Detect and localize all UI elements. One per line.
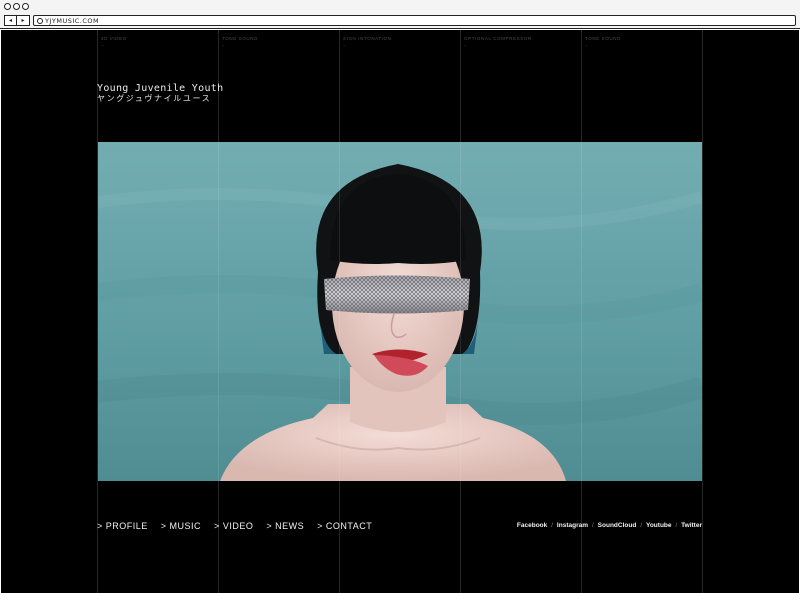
column-header-sub: – bbox=[585, 43, 588, 48]
separator: / bbox=[640, 522, 642, 529]
grid-line bbox=[702, 30, 703, 593]
social-facebook[interactable]: Facebook bbox=[517, 522, 547, 529]
social-instagram[interactable]: Instagram bbox=[557, 522, 588, 529]
address-bar[interactable]: YJYMUSIC.COM bbox=[33, 15, 796, 26]
social-twitter[interactable]: Twitter bbox=[681, 522, 702, 529]
column-header: 3D VIDEO -- bbox=[101, 36, 211, 48]
column-header: SIGN INTONATION – bbox=[343, 36, 453, 48]
nav-arrow: > bbox=[317, 521, 323, 531]
column-header-label: TONE SOUND bbox=[222, 36, 258, 41]
nav-profile[interactable]: > PROFILE bbox=[97, 521, 148, 531]
maximize-window-icon[interactable] bbox=[22, 3, 29, 10]
social-soundcloud[interactable]: SoundCloud bbox=[598, 522, 637, 529]
portrait-image bbox=[98, 142, 702, 481]
grid-line bbox=[339, 142, 340, 481]
window-controls bbox=[4, 3, 29, 10]
nav-label: VIDEO bbox=[222, 521, 254, 531]
grid-line bbox=[218, 142, 219, 481]
separator: / bbox=[551, 522, 553, 529]
column-header-sub: – bbox=[222, 43, 225, 48]
column-header-label: OPTIONAL COMPRESSOR bbox=[464, 36, 532, 41]
main-nav: > PROFILE > MUSIC > VIDEO > NEWS > CONTA… bbox=[97, 521, 372, 531]
logo-text-jp: ヤングジュヴナイルユース bbox=[97, 94, 212, 103]
nav-arrow: > bbox=[214, 521, 220, 531]
nav-label: PROFILE bbox=[105, 521, 148, 531]
nav-news[interactable]: > NEWS bbox=[266, 521, 304, 531]
grid-line bbox=[460, 142, 461, 481]
browser-chrome: ◂ ▸ YJYMUSIC.COM bbox=[0, 0, 800, 29]
minimize-window-icon[interactable] bbox=[13, 3, 20, 10]
column-header-sub: -- bbox=[101, 43, 104, 48]
back-button[interactable]: ◂ bbox=[4, 15, 17, 26]
nav-arrow: > bbox=[160, 521, 167, 531]
forward-button[interactable]: ▸ bbox=[17, 15, 30, 26]
grid-line bbox=[581, 142, 582, 481]
column-header: OPTIONAL COMPRESSOR – bbox=[464, 36, 574, 48]
nav-arrow: > bbox=[97, 521, 103, 531]
web-page: 3D VIDEO -- TONE SOUND – SIGN INTONATION… bbox=[1, 30, 799, 593]
column-header: TONE SOUND – bbox=[585, 36, 695, 48]
column-header-sub: – bbox=[464, 43, 467, 48]
social-links: Facebook / Instagram / SoundCloud / Yout… bbox=[517, 522, 702, 529]
nav-label: NEWS bbox=[275, 521, 305, 531]
nav-label: MUSIC bbox=[169, 521, 202, 531]
column-header-label: 3D VIDEO bbox=[101, 36, 127, 41]
hero-image bbox=[98, 142, 702, 481]
nav-video[interactable]: > VIDEO bbox=[214, 521, 253, 531]
social-youtube[interactable]: Youtube bbox=[646, 522, 672, 529]
nav-contact[interactable]: > CONTACT bbox=[317, 521, 372, 531]
site-info-icon[interactable] bbox=[37, 17, 43, 24]
nav-music[interactable]: > MUSIC bbox=[161, 521, 201, 531]
separator: / bbox=[592, 522, 594, 529]
nav-arrow: > bbox=[266, 521, 273, 531]
nav-label: CONTACT bbox=[325, 521, 373, 531]
column-header: TONE SOUND – bbox=[222, 36, 332, 48]
column-header-label: TONE SOUND bbox=[585, 36, 621, 41]
url-text: YJYMUSIC.COM bbox=[45, 16, 100, 25]
column-header-label: SIGN INTONATION bbox=[343, 36, 392, 41]
column-header-sub: – bbox=[343, 43, 346, 48]
history-buttons: ◂ ▸ bbox=[4, 15, 30, 26]
close-window-icon[interactable] bbox=[4, 3, 11, 10]
separator: / bbox=[675, 522, 678, 529]
site-logo[interactable]: Young Juvenile Youth ヤングジュヴナイルユース bbox=[97, 83, 223, 104]
